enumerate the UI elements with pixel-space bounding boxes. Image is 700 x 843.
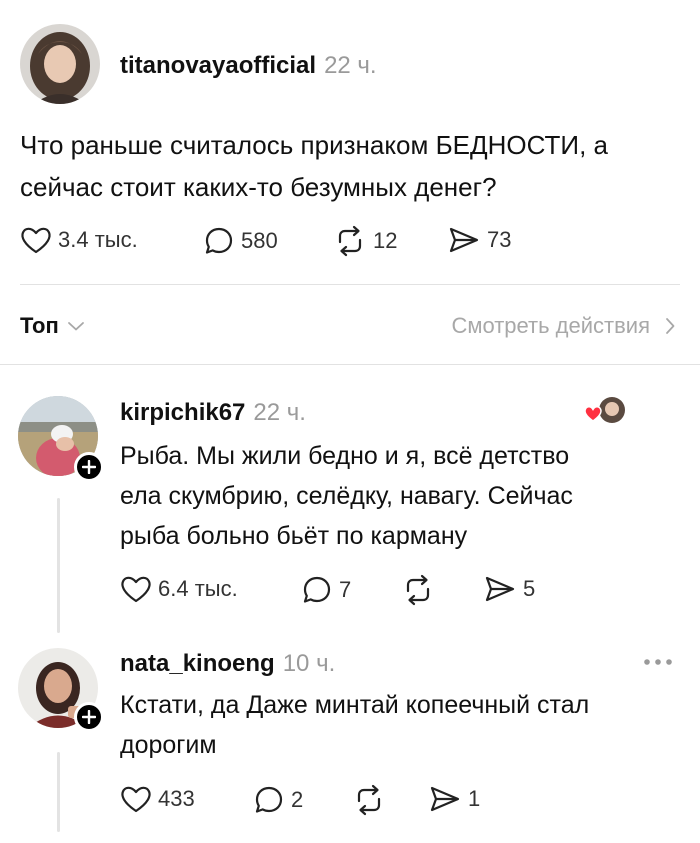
share-icon xyxy=(449,227,479,253)
post-like-button[interactable]: 3.4 тыс. xyxy=(20,225,138,255)
plus-icon xyxy=(82,460,96,474)
comment-text: Кстати, да Даже минтай копеечный стал до… xyxy=(120,685,680,765)
comment-more-button[interactable] xyxy=(640,652,676,672)
author-liked-heart-icon xyxy=(584,397,625,423)
post-repost-count: 12 xyxy=(373,228,398,253)
post-repost-button[interactable]: 12 xyxy=(333,225,397,257)
post-author-avatar[interactable] xyxy=(20,24,100,104)
post-divider xyxy=(20,284,680,285)
sort-label: Топ xyxy=(20,313,59,338)
comment-bubble-icon xyxy=(255,786,283,813)
share-icon xyxy=(430,786,460,812)
comment-reply-button[interactable]: 7 xyxy=(301,574,351,606)
comment-share-count: 1 xyxy=(468,786,481,811)
comment-text-line: ела скумбрию, селёдку, навагу. Сейчас xyxy=(120,482,573,510)
more-dots-icon xyxy=(644,659,672,665)
post-username[interactable]: titanovayaofficial xyxy=(120,52,316,80)
comment-username[interactable]: nata_kinoeng xyxy=(120,650,275,678)
comment-header: nata_kinoeng 10 ч. xyxy=(120,650,335,678)
comment-share-button[interactable]: 5 xyxy=(483,574,535,604)
follow-plus-button[interactable] xyxy=(74,702,104,732)
comment-bubble-icon xyxy=(303,576,331,603)
post-text-line: сейчас стоит каких-то безумных денег? xyxy=(20,172,497,202)
comment-header: kirpichik67 22 ч. xyxy=(120,399,306,427)
comment-like-button[interactable]: 6.4 тыс. xyxy=(120,574,238,604)
heart-icon xyxy=(21,227,51,254)
repost-icon xyxy=(357,784,381,816)
chevron-right-icon xyxy=(666,318,675,334)
post-time: 22 ч. xyxy=(324,52,377,79)
comment-username[interactable]: kirpichik67 xyxy=(120,399,245,427)
post-text: Что раньше считалось признаком БЕДНОСТИ,… xyxy=(20,124,680,208)
repost-icon xyxy=(406,574,430,606)
view-activity-link[interactable]: Смотреть действия xyxy=(451,313,676,339)
post-share-button[interactable]: 73 xyxy=(447,225,511,255)
comment-time: 10 ч. xyxy=(282,650,336,677)
post-share-count: 73 xyxy=(487,227,512,252)
post-header: titanovayaofficial 22 ч. xyxy=(120,52,377,80)
thread-line xyxy=(57,752,60,832)
post-comment-count: 580 xyxy=(241,228,278,253)
comment-text-line: дорогим xyxy=(120,731,217,759)
follow-plus-button[interactable] xyxy=(74,452,104,482)
author-liked-indicator xyxy=(584,396,628,426)
comment-text-line: рыба больно бьёт по карману xyxy=(120,522,468,550)
comment-reply-count: 7 xyxy=(339,577,352,602)
comment-like-button[interactable]: 433 xyxy=(120,784,195,814)
post-text-line: Что раньше считалось признаком БЕДНОСТИ,… xyxy=(20,130,608,160)
comment-repost-button[interactable] xyxy=(352,784,392,816)
comment-text: Рыба. Мы жили бедно и я, всё детство ела… xyxy=(120,436,680,556)
comment-bubble-icon xyxy=(205,227,233,254)
comment-text-line: Рыба. Мы жили бедно и я, всё детство xyxy=(120,442,570,470)
comment-share-button[interactable]: 1 xyxy=(428,784,480,814)
comment-like-count: 433 xyxy=(158,786,195,811)
comment-share-count: 5 xyxy=(523,576,536,601)
plus-icon xyxy=(82,710,96,724)
comment-reply-count: 2 xyxy=(291,787,304,812)
thread-line xyxy=(57,498,60,633)
comment-time: 22 ч. xyxy=(253,399,306,426)
sort-dropdown[interactable]: Топ xyxy=(20,313,85,339)
post-like-count: 3.4 тыс. xyxy=(58,227,138,252)
chevron-down-icon xyxy=(67,322,84,331)
comment-like-count: 6.4 тыс. xyxy=(158,576,238,601)
share-icon xyxy=(485,576,515,602)
comment-repost-button[interactable] xyxy=(401,574,441,606)
repost-icon xyxy=(338,225,362,257)
heart-icon xyxy=(121,576,151,603)
post-comment-button[interactable]: 580 xyxy=(203,225,278,257)
heart-icon xyxy=(121,786,151,813)
view-activity-label: Смотреть действия xyxy=(451,313,650,338)
comment-text-line: Кстати, да Даже минтай копеечный стал xyxy=(120,691,590,719)
comment-reply-button[interactable]: 2 xyxy=(253,784,303,816)
sort-divider xyxy=(0,364,700,365)
